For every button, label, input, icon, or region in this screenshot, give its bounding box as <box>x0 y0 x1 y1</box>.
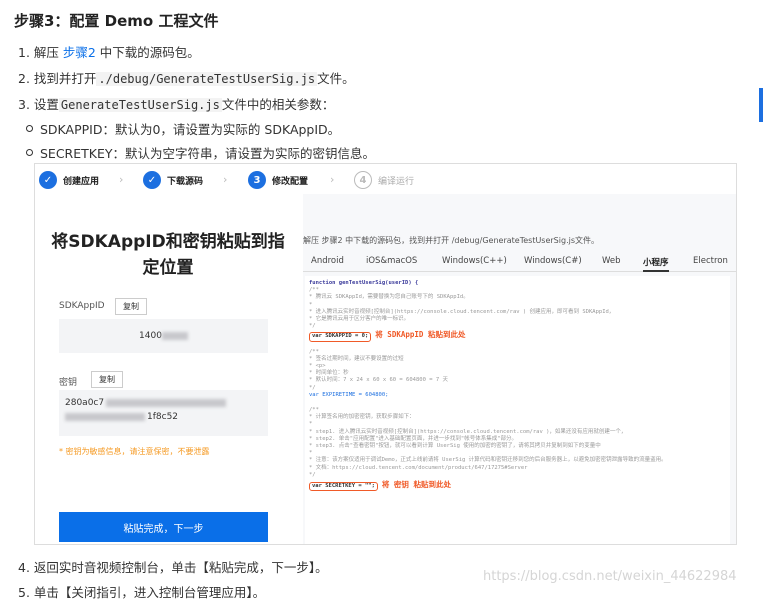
step-4: 4. 返回实时音视频控制台，单击【粘贴完成，下一步】。 <box>18 560 328 575</box>
platform-tabs: Android iOS&macOS Windows(C++) Windows(C… <box>303 256 736 272</box>
tab-miniprogram[interactable]: 小程序 <box>643 256 669 272</box>
tab-web[interactable]: Web <box>602 256 621 266</box>
code-line: * <p> <box>309 363 326 370</box>
redacted-blur <box>106 398 227 407</box>
code-line: * <box>309 301 313 308</box>
code-line: * 它是腾讯云用于区分客户的唯一标识。 <box>309 316 410 323</box>
instruction-text: 解压 步骤2 中下载的源码包，找到并打开 /debug/GenerateTest… <box>303 236 599 245</box>
step-1-text: 1. 解压 <box>18 45 63 60</box>
check-icon: ✓ <box>39 171 57 189</box>
file-path-code: ./debug/GenerateTestUserSig.js <box>96 72 318 86</box>
code-line: */ <box>309 471 316 478</box>
sdkappid-value: 1400 <box>139 331 162 341</box>
left-panel: 将SDKAppID和密钥粘贴到指定位置 SDKAppID 复制 1400 密钥 … <box>35 194 300 544</box>
code-line: /** <box>309 348 319 355</box>
code-line: * 腾讯云 SDKAppId，需要替换为您自己账号下的 SDKAppId。 <box>309 294 469 301</box>
sdkappid-code: var SDKAPPID = 0; <box>309 332 372 342</box>
code-line: * 签名过期时间，建议不要设置的过短 <box>309 355 404 362</box>
wizard-step-3: 3 修改配置 <box>248 171 308 189</box>
scroll-indicator[interactable] <box>759 88 763 122</box>
wizard-step-4-label: 编译运行 <box>378 176 415 187</box>
redacted-blur <box>161 332 188 340</box>
code-line: */ <box>309 384 316 391</box>
panel-heading: 将SDKAppID和密钥粘贴到指定位置 <box>51 232 285 278</box>
secretkey-annotation: 将 密钥 粘贴到此处 <box>381 480 451 490</box>
check-icon: ✓ <box>143 171 161 189</box>
key-value-line2: 1f8c52 <box>147 412 179 422</box>
tab-ios-macos[interactable]: iOS&macOS <box>366 256 417 266</box>
code-line: * step2. 单击"应用配置"进入基础配置页面，并进一步找到"帐号体系集成"… <box>309 435 518 442</box>
step-5: 5. 单击【关闭指引，进入控制台管理应用】。 <box>18 585 266 600</box>
code-line: */ <box>309 323 316 330</box>
bullet-sdkappid: SDKAPPID：默认为0，请设置为实际的 SDKAppID。 <box>25 119 340 138</box>
chevron-right-icon: › <box>223 173 228 186</box>
code-block: function genTestUserSig(userID) { /** * … <box>305 276 730 544</box>
wizard-step-1-label: 创建应用 <box>63 176 100 187</box>
tab-windows-csharp[interactable]: Windows(C#) <box>524 256 582 266</box>
tab-android[interactable]: Android <box>311 256 344 266</box>
right-panel: 解压 步骤2 中下载的源码包，找到并打开 /debug/GenerateTest… <box>303 194 736 544</box>
step2-link[interactable]: 步骤2 <box>63 45 96 60</box>
wizard-step-4: 4 编译运行 <box>354 171 414 189</box>
code-line: * 文档：https://cloud.tencent.com/document/… <box>309 464 528 471</box>
watermark: https://blog.csdn.net/weixin_44622984 <box>483 569 737 584</box>
chevron-right-icon: › <box>330 173 335 186</box>
tab-windows-cpp[interactable]: Windows(C++) <box>442 256 507 266</box>
console-screenshot: ✓ 创建应用 › ✓ 下载源码 › 3 修改配置 › 4 编译运行 将SDKAppID和… <box>34 163 737 545</box>
key-value-box: 280a0c7 1f8c52 <box>59 390 268 436</box>
page-title: 步骤3：配置 Demo 工程文件 <box>14 12 219 30</box>
tab-electron[interactable]: Electron <box>693 256 728 266</box>
step-2: 2. 找到并打开 ./debug/GenerateTestUserSig.js 文件… <box>18 68 355 87</box>
step-3: 3. 设置 GenerateTestUserSig.js 文件中的相关参数： <box>18 94 334 113</box>
step-2-text: 2. 找到并打开 <box>18 71 97 86</box>
file-name-code: GenerateTestUserSig.js <box>58 98 222 112</box>
sdkappid-value-box: 1400 <box>59 319 268 353</box>
code-line: * step1. 进入腾讯云实时音视频[控制台](https://console… <box>309 428 627 435</box>
step-2-text-end: 文件。 <box>317 71 355 86</box>
paste-done-button[interactable]: 粘贴完成，下一步 <box>59 512 268 542</box>
key-label: 密钥 <box>59 378 78 388</box>
code-line: * 注意：该方案仅适用于调试Demo，正式上线前请将 UserSig 计算代码和… <box>309 457 667 464</box>
secretkey-code-row: var SECRETKEY = ""; 将 密钥 粘贴到此处 <box>309 480 726 492</box>
step-3-text: 3. 设置 <box>18 97 59 112</box>
wizard-step-1: ✓ 创建应用 <box>39 171 99 189</box>
copy-key-button[interactable]: 复制 <box>91 371 123 388</box>
step-1-text-end: 中下载的源码包。 <box>95 45 200 60</box>
sdkappid-code-row: var SDKAPPID = 0; 将 SDKAppID 粘贴到此处 <box>309 330 726 342</box>
wizard-step-3-label: 修改配置 <box>272 176 309 187</box>
key-value-line1: 280a0c7 <box>65 398 105 408</box>
step-1: 1. 解压 步骤2 中下载的源码包。 <box>18 42 200 61</box>
sdkappid-annotation: 将 SDKAppID 粘贴到此处 <box>375 330 466 340</box>
code-line: * <box>309 421 313 428</box>
sdkappid-label: SDKAppID <box>59 301 105 311</box>
code-line: * 计算签名用的加密密钥，获取步骤如下： <box>309 414 415 421</box>
copy-sdkappid-button[interactable]: 复制 <box>115 298 147 315</box>
redacted-blur <box>65 412 145 421</box>
sensitive-warning: * 密钥为敏感信息，请注意保密，不要泄露 <box>59 447 210 456</box>
code-line: * step3. 点击"查看密钥"按钮，就可以看到计算 UserSig 使用的加… <box>309 443 601 450</box>
secretkey-code: var SECRETKEY = ""; <box>309 482 378 492</box>
step-3-text-end: 文件中的相关参数： <box>221 97 335 112</box>
wizard-step-4-number: 4 <box>354 171 372 189</box>
code-line: function genTestUserSig(userID) { <box>309 280 419 286</box>
wizard-step-2: ✓ 下载源码 <box>143 171 203 189</box>
code-line: * 默认时间：7 x 24 x 60 x 60 = 604800 = 7 天 <box>309 377 448 384</box>
code-line: * 进入腾讯云实时音视频[控制台](https://console.cloud.… <box>309 308 615 315</box>
wizard-step-3-number: 3 <box>248 171 266 189</box>
bullet-secretkey: SECRETKEY：默认为空字符串，请设置为实际的密钥信息。 <box>25 143 375 162</box>
code-line: var EXPIRETIME = 604800; <box>309 391 389 398</box>
chevron-right-icon: › <box>119 173 124 186</box>
wizard-step-2-label: 下载源码 <box>167 176 204 187</box>
